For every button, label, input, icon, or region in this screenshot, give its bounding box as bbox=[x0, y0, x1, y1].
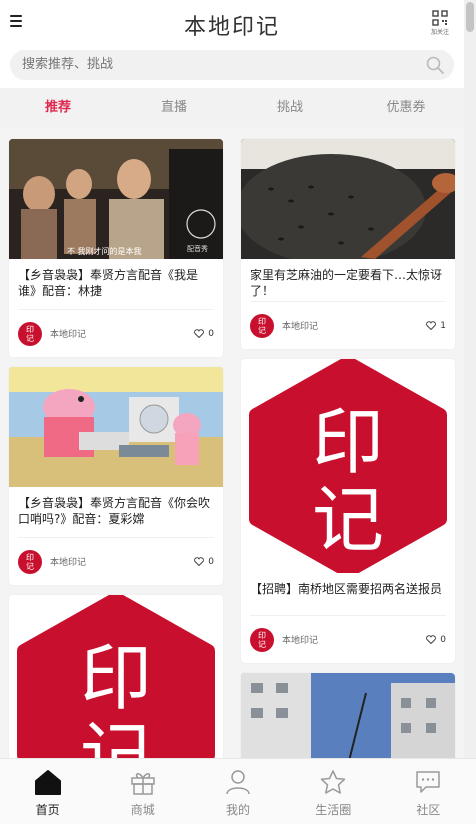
like-button[interactable]: 0 bbox=[194, 329, 214, 339]
video-subtitle: 不 我刚才问的是本我 bbox=[67, 246, 142, 256]
qr-code-icon bbox=[432, 10, 448, 26]
gift-icon bbox=[131, 773, 155, 795]
qr-label: 加关注 bbox=[430, 29, 449, 36]
content-feed: 不 我刚才问的是本我 配音秀 【乡音袅袅】奉贤方言配音《我是谁》配音：林捷 印记… bbox=[0, 128, 464, 758]
post-card[interactable]: 印 记 【招聘】南桥地区需要招两名送报员 印记 本地印记 0 bbox=[241, 359, 455, 663]
feed-column-right: 家里有芝麻油的一定要看下…太惊讶了！ 印记 本地印记 1 印 记 【招聘】南桥地 bbox=[241, 139, 455, 758]
nav-community[interactable]: 社区 bbox=[381, 759, 476, 824]
nav-label: 我的 bbox=[226, 803, 251, 817]
video-watermark: 配音秀 bbox=[187, 244, 208, 253]
home-icon bbox=[34, 770, 61, 795]
nav-life-circle[interactable]: 生活圈 bbox=[286, 759, 381, 824]
page-scrollbar[interactable] bbox=[464, 0, 476, 758]
like-count: 0 bbox=[208, 556, 214, 567]
post-title: 【招聘】南桥地区需要招两名送报员 bbox=[250, 582, 443, 596]
page-title: 本地印记 bbox=[183, 15, 280, 40]
scrollbar-thumb[interactable] bbox=[466, 2, 474, 32]
author-name[interactable]: 本地印记 bbox=[50, 555, 194, 568]
post-title: 家里有芝麻油的一定要看下…太惊讶了！ bbox=[250, 268, 443, 298]
logo-char-1: 印 bbox=[80, 636, 152, 720]
nav-label: 生活圈 bbox=[315, 803, 352, 817]
post-card[interactable]: 家里有芝麻油的一定要看下…太惊讶了！ 印记 本地印记 1 bbox=[241, 139, 455, 349]
user-icon bbox=[226, 770, 250, 795]
search-icon[interactable] bbox=[426, 56, 444, 74]
author-name[interactable]: 本地印记 bbox=[282, 319, 426, 332]
app-header: 本地印记 加关注 bbox=[0, 0, 464, 48]
search-input[interactable] bbox=[22, 50, 402, 80]
heart-icon bbox=[194, 329, 205, 338]
tab-live[interactable]: 直播 bbox=[116, 88, 232, 128]
post-title: 【乡音袅袅】奉贤方言配音《我是谁》配音：林捷 bbox=[18, 268, 199, 298]
nav-me[interactable]: 我的 bbox=[190, 759, 285, 824]
category-tabs: 推荐 直播 挑战 优惠券 bbox=[0, 88, 464, 128]
like-count: 0 bbox=[208, 328, 214, 339]
like-button[interactable]: 1 bbox=[426, 321, 446, 331]
qr-follow-button[interactable]: 加关注 bbox=[428, 10, 452, 36]
heart-icon bbox=[426, 635, 437, 644]
post-card[interactable]: 不 我刚才问的是本我 配音秀 【乡音袅袅】奉贤方言配音《我是谁》配音：林捷 印记… bbox=[9, 139, 223, 357]
logo-char-2: 记 bbox=[80, 714, 152, 758]
nav-home[interactable]: 首页 bbox=[0, 759, 95, 824]
author-name[interactable]: 本地印记 bbox=[282, 633, 426, 646]
avatar[interactable]: 印记 bbox=[250, 627, 274, 652]
heart-icon bbox=[426, 321, 437, 330]
avatar[interactable]: 印记 bbox=[18, 549, 42, 574]
drama-thumbnail: 不 我刚才问的是本我 配音秀 bbox=[9, 139, 223, 259]
post-footer: 印记 本地印记 0 bbox=[18, 309, 214, 357]
star-icon bbox=[320, 770, 346, 794]
post-footer: 印记 本地印记 0 bbox=[18, 537, 214, 585]
post-card[interactable]: 印 记 bbox=[9, 595, 223, 758]
chat-icon bbox=[416, 771, 441, 793]
brand-logo-image: 印 记 bbox=[241, 359, 455, 573]
like-count: 0 bbox=[440, 634, 446, 645]
logo-char-2: 记 bbox=[312, 478, 384, 562]
avatar[interactable]: 印记 bbox=[18, 321, 42, 346]
cartoon-thumbnail bbox=[9, 367, 223, 487]
nav-label: 社区 bbox=[416, 803, 441, 817]
search-bar[interactable] bbox=[10, 50, 454, 80]
tab-coupons[interactable]: 优惠券 bbox=[348, 88, 464, 128]
author-name[interactable]: 本地印记 bbox=[50, 327, 194, 340]
post-card[interactable]: 【乡音袅袅】奉贤方言配音《你会吹口哨吗?》配音：夏彩嫦 印记 本地印记 0 bbox=[9, 367, 223, 585]
building-thumbnail bbox=[241, 673, 455, 758]
nav-label: 首页 bbox=[35, 803, 60, 817]
tab-recommend[interactable]: 推荐 bbox=[0, 88, 116, 128]
brand-logo-image: 印 记 bbox=[9, 595, 223, 758]
feed-column-left: 不 我刚才问的是本我 配音秀 【乡音袅袅】奉贤方言配音《我是谁》配音：林捷 印记… bbox=[9, 139, 223, 758]
logo-char-1: 印 bbox=[312, 400, 384, 484]
bottom-nav: 首页 商城 我的 生活圈 社区 bbox=[0, 758, 476, 824]
like-count: 1 bbox=[440, 320, 446, 331]
post-footer: 印记 本地印记 0 bbox=[250, 615, 446, 663]
heart-icon bbox=[194, 557, 205, 566]
post-title: 【乡音袅袅】奉贤方言配音《你会吹口哨吗?》配音：夏彩嫦 bbox=[18, 496, 211, 526]
like-button[interactable]: 0 bbox=[426, 635, 446, 645]
nav-mall[interactable]: 商城 bbox=[95, 759, 190, 824]
sesame-thumbnail bbox=[241, 139, 455, 259]
post-card[interactable] bbox=[241, 673, 455, 758]
avatar[interactable]: 印记 bbox=[250, 313, 274, 338]
post-footer: 印记 本地印记 1 bbox=[250, 301, 446, 349]
nav-label: 商城 bbox=[130, 803, 155, 817]
tab-challenge[interactable]: 挑战 bbox=[232, 88, 348, 128]
like-button[interactable]: 0 bbox=[194, 557, 214, 567]
